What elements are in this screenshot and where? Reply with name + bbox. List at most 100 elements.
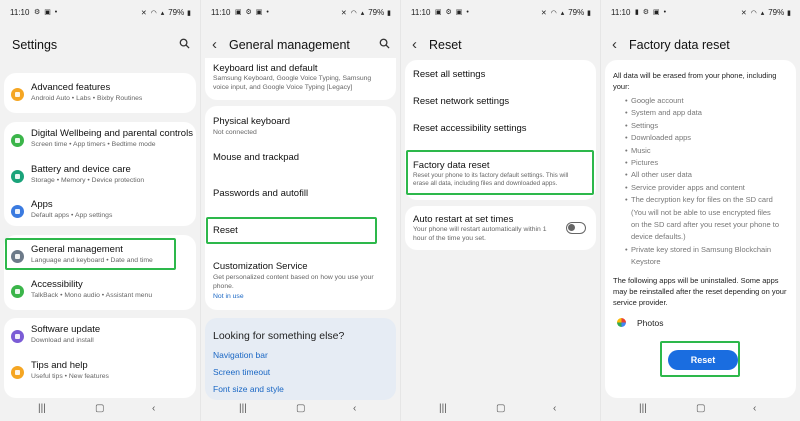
list-item-subtitle: Reset your phone to its factory default … <box>413 172 569 179</box>
recent-apps-icon[interactable]: ||| <box>639 403 647 414</box>
list-item-subtitle: voice input, and Google Voice Typing [Le… <box>213 84 353 91</box>
reset-button[interactable]: Reset <box>668 350 738 370</box>
settings-item-battery-care[interactable]: Battery and device care Storage • Memory… <box>4 164 196 190</box>
system-nav-bar: ||| ▢ ‹ <box>401 399 600 421</box>
recent-apps-icon[interactable]: ||| <box>239 403 247 414</box>
keyboard-card: Keyboard list and default Samsung Keyboa… <box>205 58 396 100</box>
home-icon[interactable]: ▢ <box>496 403 505 414</box>
notification-icons: ▣ ⚙ ▣ • <box>435 9 470 16</box>
settings-item-subtitle: Screen time • App timers • Bedtime mode <box>31 141 156 148</box>
status-bar: 11:10 ⚙ ▣ • ✕ ◠ ▴ 79% ▮ <box>10 6 192 20</box>
settings-item-subtitle: Android Auto • Labs • Bixby Routines <box>31 95 143 102</box>
list-item-subtitle: phone. <box>213 283 234 290</box>
status-time: 11:10 <box>411 8 431 17</box>
search-icon[interactable] <box>179 38 190 49</box>
suggestions-card: Looking for something else? Navigation b… <box>205 318 396 400</box>
list-item-reset-all-settings[interactable]: Reset all settings <box>405 69 596 85</box>
list-item: Private key stored in Samsung Blockchain <box>625 244 795 257</box>
settings-item-advanced-features[interactable]: Advanced features Android Auto • Labs • … <box>4 82 196 106</box>
list-item: Downloaded apps <box>625 132 795 145</box>
list-item-physical-keyboard[interactable]: Physical keyboard Not connected <box>205 116 396 140</box>
home-icon[interactable]: ▢ <box>296 403 305 414</box>
accessibility-icon <box>11 285 24 298</box>
system-nav-bar: ||| ▢ ‹ <box>201 399 400 421</box>
recent-apps-icon[interactable]: ||| <box>38 403 46 414</box>
list-item-reset-network[interactable]: Reset network settings <box>405 96 596 112</box>
page-title: General management <box>229 38 350 52</box>
list-item-title: Passwords and autofill <box>213 188 309 199</box>
back-nav-icon[interactable]: ‹ <box>753 403 756 414</box>
customization-status-link[interactable]: Not in use <box>213 293 244 300</box>
factory-data-reset-screen: 11:10 ▮ ⚙ ▣ • ✕ ◠ ▴ 79% ▮ ‹ Factory data… <box>600 0 800 421</box>
list-item-customization-service[interactable]: Customization Service Get personalized c… <box>205 261 396 307</box>
suggestion-link-screen-timeout[interactable]: Screen timeout <box>213 367 270 377</box>
uninstall-note: The following apps will be uninstalled. … <box>613 276 787 307</box>
reset-screen: 11:10 ▣ ⚙ ▣ • ✕ ◠ ▴ 79% ▮ ‹ Reset Reset … <box>400 0 600 421</box>
back-nav-icon[interactable]: ‹ <box>152 403 155 414</box>
settings-item-subtitle: Storage • Memory • Device protection <box>31 177 145 184</box>
list-item-subtitle: Your phone will restart automatically wi… <box>413 226 547 233</box>
list-item-title: Reset network settings <box>413 96 510 107</box>
list-item-continuation: device defaults.) <box>631 232 686 242</box>
software-update-icon <box>11 330 24 343</box>
settings-item-title: Accessibility <box>31 279 83 290</box>
app-bar: ‹ Reset <box>401 30 600 60</box>
app-name: Photos <box>637 318 664 328</box>
settings-item-general-management[interactable]: General management Language and keyboard… <box>4 244 196 270</box>
list-item-passwords-autofill[interactable]: Passwords and autofill <box>205 188 396 204</box>
list-item-factory-data-reset[interactable]: Factory data reset Reset your phone to i… <box>405 160 596 192</box>
back-nav-icon[interactable]: ‹ <box>353 403 356 414</box>
list-item: The decryption key for files on the SD c… <box>625 194 795 207</box>
back-nav-icon[interactable]: ‹ <box>553 403 556 414</box>
system-status-icons: ✕ ◠ ▴ 79% ▮ <box>740 8 792 17</box>
settings-item-title: Digital Wellbeing and parental controls <box>31 128 193 139</box>
erase-intro-text: All data will be erased from your phone,… <box>613 71 777 91</box>
battery-level: 79% <box>368 8 385 17</box>
settings-item-subtitle: Default apps • App settings <box>31 212 113 219</box>
notification-icons: ▮ ⚙ ▣ • <box>635 9 668 16</box>
home-icon[interactable]: ▢ <box>696 403 705 414</box>
settings-item-title: Battery and device care <box>31 164 131 175</box>
settings-item-software-update[interactable]: Software update Download and install <box>4 324 196 350</box>
list-item-reset[interactable]: Reset <box>205 225 396 241</box>
list-item-title: Customization Service <box>213 261 308 272</box>
back-arrow-icon[interactable]: ‹ <box>412 36 417 53</box>
status-bar: 11:10 ▣ ⚙ ▣ • ✕ ◠ ▴ 79% ▮ <box>411 6 592 20</box>
settings-item-title: Software update <box>31 324 101 335</box>
settings-screen: 11:10 ⚙ ▣ • ✕ ◠ ▴ 79% ▮ Settings Advance… <box>0 0 200 421</box>
home-icon[interactable]: ▢ <box>95 403 104 414</box>
list-item: Service provider apps and content <box>625 182 795 195</box>
app-bar: Settings <box>0 30 200 60</box>
list-item: Music <box>625 145 795 158</box>
suggestion-link-font-size[interactable]: Font size and style <box>213 384 284 394</box>
list-item-reset-accessibility[interactable]: Reset accessibility settings <box>405 123 596 139</box>
back-arrow-icon[interactable]: ‹ <box>212 36 217 53</box>
back-arrow-icon[interactable]: ‹ <box>612 36 617 53</box>
list-item-auto-restart[interactable]: Auto restart at set times Your phone wil… <box>405 214 596 244</box>
settings-item-digital-wellbeing[interactable]: Digital Wellbeing and parental controls … <box>4 128 196 154</box>
page-title: Settings <box>12 38 58 52</box>
settings-item-apps[interactable]: Apps Default apps • App settings <box>4 199 196 225</box>
auto-restart-toggle[interactable] <box>566 222 586 234</box>
system-nav-bar: ||| ▢ ‹ <box>0 399 200 421</box>
status-time: 11:10 <box>611 8 631 17</box>
settings-item-accessibility[interactable]: Accessibility TalkBack • Mono audio • As… <box>4 279 196 305</box>
list-item: Settings <box>625 120 795 133</box>
settings-group-2: Digital Wellbeing and parental controls … <box>4 122 196 226</box>
settings-item-title: Advanced features <box>31 82 111 93</box>
suggestion-link-navigation-bar[interactable]: Navigation bar <box>213 350 268 360</box>
app-bar: ‹ General management <box>201 30 400 60</box>
settings-item-tips-help[interactable]: Tips and help Useful tips • New features <box>4 360 196 386</box>
list-item-mouse-trackpad[interactable]: Mouse and trackpad <box>205 152 396 168</box>
list-item: Pictures <box>625 157 795 170</box>
system-status-icons: ✕ ◠ ▴ 79% ▮ <box>140 8 192 17</box>
settings-group-4: Software update Download and install Tip… <box>4 318 196 398</box>
system-nav-bar: ||| ▢ ‹ <box>601 399 800 421</box>
system-status-icons: ✕ ◠ ▴ 79% ▮ <box>340 8 392 17</box>
battery-care-icon <box>11 170 24 183</box>
recent-apps-icon[interactable]: ||| <box>439 403 447 414</box>
search-icon[interactable] <box>379 38 390 49</box>
settings-item-subtitle: Download and install <box>31 337 94 344</box>
general-management-icon <box>11 250 24 263</box>
list-item-keyboard-list[interactable]: Keyboard list and default Samsung Keyboa… <box>205 63 396 99</box>
